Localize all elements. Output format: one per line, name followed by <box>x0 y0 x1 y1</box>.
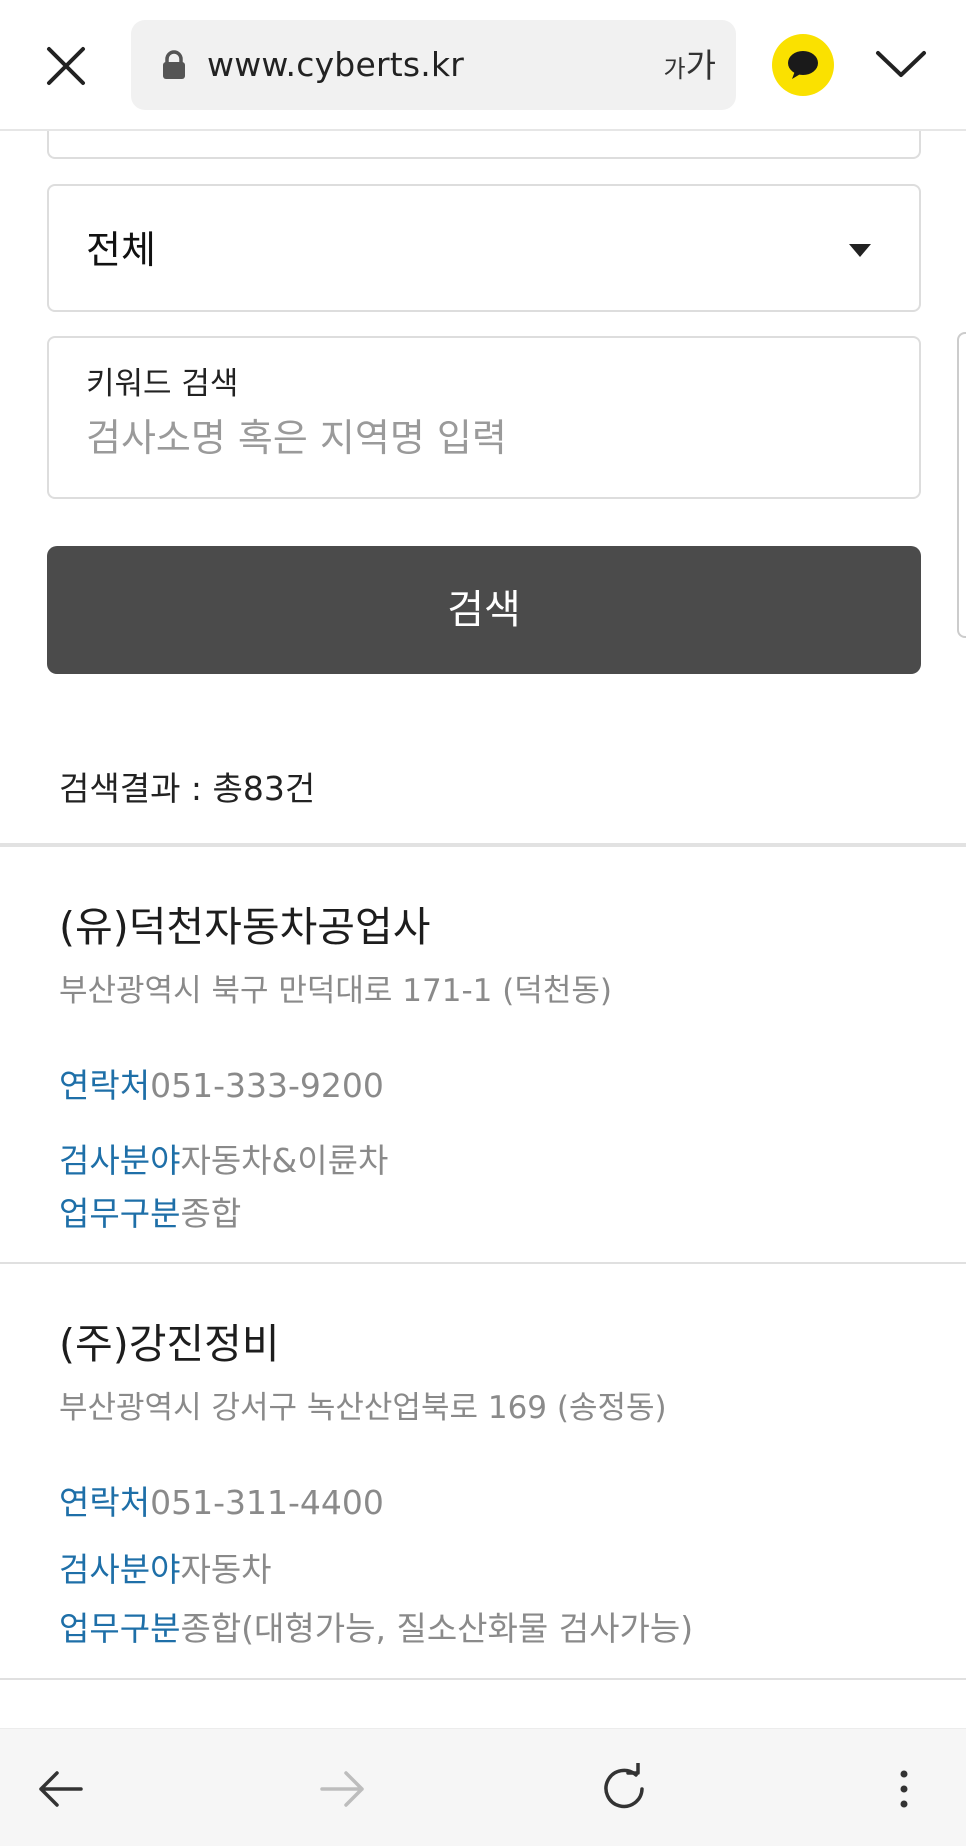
result-contact-row: 연락처051-333-9200 <box>59 1059 384 1107</box>
close-icon[interactable] <box>36 36 96 96</box>
result-address: 부산광역시 강서구 녹산산업북로 169 (송정동) <box>59 1390 667 1426</box>
browser-toolbar: www.cyberts.kr 가가 <box>0 0 966 131</box>
chat-bubble-icon[interactable] <box>772 34 834 96</box>
more-vertical-icon[interactable] <box>872 1757 936 1821</box>
result-business-row: 업무구분종합 <box>59 1187 241 1235</box>
business-value: 종합(대형가능, 질소산화물 검사가능) <box>180 1609 694 1648</box>
text-size-button[interactable]: 가가 <box>664 20 716 110</box>
contact-label: 연락처 <box>59 1483 151 1522</box>
browser-bottom-nav <box>0 1728 966 1846</box>
result-address: 부산광역시 북구 만덕대로 171-1 (덕천동) <box>59 973 612 1009</box>
contact-label: 연락처 <box>59 1066 151 1105</box>
field-label: 검사분야 <box>59 1550 181 1589</box>
back-arrow-icon[interactable] <box>28 1757 92 1821</box>
result-item[interactable]: (유)덕천자동차공업사 부산광역시 북구 만덕대로 171-1 (덕천동) 연락… <box>0 847 966 1264</box>
lock-icon <box>161 50 187 80</box>
result-field-row: 검사분야자동차&이륜차 <box>59 1134 388 1182</box>
search-button[interactable]: 검색 <box>47 546 921 674</box>
field-value: 자동차 <box>180 1550 272 1589</box>
field-value: 자동차&이륜차 <box>180 1141 389 1180</box>
keyword-label: 키워드 검색 <box>86 366 239 402</box>
business-label: 업무구분 <box>59 1194 181 1233</box>
result-contact-row: 연락처051-311-4400 <box>59 1476 384 1524</box>
refresh-icon[interactable] <box>592 1757 656 1821</box>
result-business-row: 업무구분종합(대형가능, 질소산화물 검사가능) <box>59 1602 693 1650</box>
category-select[interactable]: 전체 <box>47 184 921 312</box>
business-value: 종합 <box>180 1194 242 1233</box>
business-label: 업무구분 <box>59 1609 181 1648</box>
result-name[interactable]: (주)강진정비 <box>59 1310 280 1370</box>
category-select-value: 전체 <box>86 228 156 272</box>
text-size-large: 가 <box>685 46 716 85</box>
contact-value[interactable]: 051-333-9200 <box>150 1066 384 1105</box>
result-name[interactable]: (유)덕천자동차공업사 <box>59 893 430 953</box>
page: 전체 키워드 검색 검색 검색결과 : 총83건 (유)덕천자동차공업사 부산광… <box>0 0 966 1846</box>
caret-down-icon <box>849 243 871 257</box>
side-scroll-handle[interactable] <box>957 332 966 638</box>
url-text[interactable]: www.cyberts.kr <box>207 20 464 110</box>
field-label: 검사분야 <box>59 1141 181 1180</box>
forward-arrow-icon[interactable] <box>311 1757 375 1821</box>
result-item[interactable]: (주)강진정비 부산광역시 강서구 녹산산업북로 169 (송정동) 연락처05… <box>0 1264 966 1680</box>
keyword-input[interactable] <box>86 408 876 468</box>
text-size-small: 가 <box>663 55 686 83</box>
chevron-down-icon[interactable] <box>874 44 928 84</box>
result-count: 검색결과 : 총83건 <box>59 769 316 808</box>
address-bar[interactable]: www.cyberts.kr 가가 <box>131 20 736 110</box>
result-field-row: 검사분야자동차 <box>59 1543 272 1591</box>
keyword-field[interactable]: 키워드 검색 <box>47 336 921 499</box>
contact-value[interactable]: 051-311-4400 <box>150 1483 384 1522</box>
